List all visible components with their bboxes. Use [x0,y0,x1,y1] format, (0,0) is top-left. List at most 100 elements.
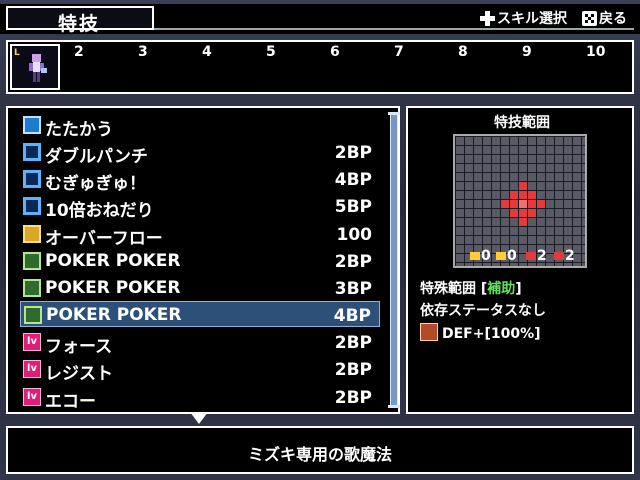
skill-select-label: スキル選択 [497,11,567,27]
range-cell [519,191,527,199]
special-range-label: 特殊範囲 [420,281,476,297]
range-stat: 2 [526,248,547,264]
skill-cost: 4BP [334,170,372,190]
party-slot-number[interactable]: 3 [138,44,148,60]
gold-burst-icon [23,225,41,243]
range-cell [528,191,536,199]
skill-row[interactable]: POKER POKER 3BP [20,275,380,301]
up-arrow-icon [470,252,480,260]
scrollbar-cap-bottom [388,405,400,408]
back-label: 戻る [599,11,627,27]
skill-select-hint: スキル選択 [480,8,567,28]
skill-row[interactable]: lv フォース 2BP [20,329,380,357]
skill-cost: 2BP [334,333,372,353]
party-bar: L 2 3 4 5 6 7 8 9 10 [6,40,634,94]
range-stat-value: 2 [537,248,547,264]
skill-name: むぎゅぎゅ！ [45,174,146,194]
lv-icon: lv [23,360,41,378]
party-slot-number[interactable]: 6 [330,44,340,60]
range-cell [501,200,509,208]
party-slot-number[interactable]: 5 [266,44,276,60]
party-slot-number[interactable]: 10 [586,44,605,60]
leader-mark-icon: L [14,48,20,58]
range-cell [528,200,536,208]
range-cell [519,209,527,217]
skill-name: フォース [45,337,113,357]
skill-name: ダブルパンチ [45,147,148,167]
back-hint[interactable]: 戻る [582,8,627,28]
buff-line: DEF+[100%] [420,323,541,342]
def-buff-icon [420,323,438,341]
special-range-value: 補助 [487,281,516,297]
range-cell [519,218,527,226]
scroll-down-arrow-icon[interactable] [190,412,208,424]
special-range-line: 特殊範囲 [補助] [420,281,522,297]
range-cell [510,191,518,199]
party-slot-number[interactable]: 2 [74,44,84,60]
lv-icon: lv [23,333,41,351]
down-arrow-icon [554,252,564,260]
skill-row[interactable]: たたかう [20,112,380,140]
party-slot-number[interactable]: 7 [394,44,404,60]
skill-row[interactable]: lv エコー 2BP [20,384,380,412]
range-cell [528,209,536,217]
range-stat-value: 0 [507,248,517,264]
range-stat-value: 0 [481,248,491,264]
skill-name: 10倍おねだり [45,201,154,221]
dependency-text: 依存ステータスなし [420,303,546,319]
slash-icon [23,116,41,134]
skill-name: POKER POKER [45,251,181,271]
party-slot-number[interactable]: 4 [202,44,212,60]
dpad-icon [480,10,495,26]
skill-cost: 2BP [334,360,372,380]
buff-text: DEF+[100%] [442,326,541,342]
music-note-plus2-icon [24,306,42,324]
skill-name: たたかう [45,120,113,140]
skill-name: POKER POKER [45,278,181,298]
page-title: 特技 [58,13,101,35]
skill-cost: 3BP [334,279,372,299]
skill-name: オーバーフロー [45,229,163,249]
title-box: 特技 [6,6,154,35]
party-slot-number[interactable]: 8 [458,44,468,60]
range-cell-center [519,200,527,208]
music-note-icon [23,252,41,270]
range-cell [510,200,518,208]
range-title: 特技範囲 [494,115,550,131]
skill-row[interactable]: ダブルパンチ 2BP [20,139,380,167]
skill-cost: 2BP [334,252,372,272]
party-slot-number[interactable]: 9 [522,44,532,60]
blue-square-icon [23,170,41,188]
blue-square-icon [23,197,41,215]
header-divider [154,28,634,30]
range-stat-value: 2 [565,248,575,264]
range-stat: 2 [554,248,575,264]
range-panel: 特技範囲 0 0 2 2 特殊範囲 [補助] 依存ステータスなし DEF+[10… [406,106,634,414]
x-button-icon [582,10,597,26]
range-stat: 0 [470,248,491,264]
skill-cost: 2BP [334,143,372,163]
range-cell [519,182,527,190]
scrollbar[interactable] [390,114,398,406]
description-panel: ミズキ専用の歌魔法 [6,426,634,474]
skill-cost: 5BP [334,197,372,217]
skill-description: ミズキ専用の歌魔法 [247,445,392,464]
skill-cost: 100 [336,225,373,245]
skill-cost: 4BP [333,306,371,326]
skill-row[interactable]: むぎゅぎゅ！ 4BP [20,166,380,194]
skill-row[interactable]: POKER POKER 2BP [20,248,380,274]
skill-row[interactable]: オーバーフロー 100 [20,221,380,249]
range-cell [537,200,545,208]
skill-row[interactable]: lv レジスト 2BP [20,356,380,384]
skill-name: レジスト [45,364,113,384]
party-slot-1[interactable]: L [10,44,60,90]
lv-icon: lv [23,388,41,406]
range-cell [510,209,518,217]
skill-list: たたかう ダブルパンチ 2BP むぎゅぎゅ！ 4BP 10倍おねだり 5BP オ… [6,106,400,414]
up-arrow-icon [526,252,536,260]
skill-row-selected[interactable]: POKER POKER 4BP [20,301,380,327]
character-sprite-icon [29,54,47,82]
skill-name: エコー [45,392,96,412]
skill-name: POKER POKER [46,305,182,325]
skill-row[interactable]: 10倍おねだり 5BP [20,193,380,221]
